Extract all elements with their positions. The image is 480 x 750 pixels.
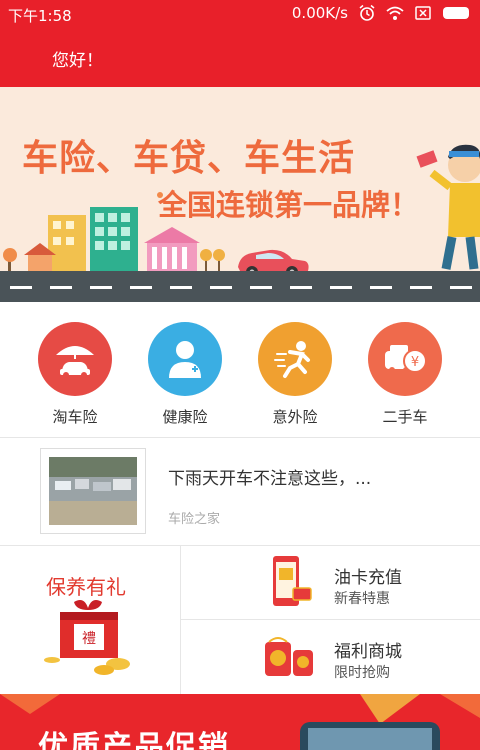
- sim-icon: [415, 6, 431, 20]
- category-grid: 淘车险 健康险 意外险 ¥ 二手车: [0, 302, 480, 438]
- road: [0, 271, 480, 302]
- category-label: 健康险: [162, 408, 208, 426]
- maintenance-gift-title: 保养有礼: [46, 575, 126, 599]
- status-bar: 下午1:58 0.00K/s: [0, 0, 480, 28]
- category-label: 二手车: [382, 408, 428, 426]
- gift-bags-icon: [265, 637, 313, 676]
- status-icons: 0.00K/s: [292, 4, 472, 22]
- fuel-card-title: 油卡充值: [334, 568, 402, 588]
- alarm-icon: [359, 4, 375, 21]
- category-used-car[interactable]: ¥ 二手车: [350, 322, 460, 427]
- status-time: 下午1:58: [8, 7, 72, 25]
- welfare-mall-subtitle: 限时抢购: [334, 665, 390, 681]
- wifi-icon: [386, 6, 404, 20]
- battery-icon: [443, 7, 469, 19]
- bottom-banner-text: 优质产品促销: [38, 730, 230, 750]
- welfare-mall-title: 福利商城: [334, 642, 402, 662]
- car-umbrella-icon: [38, 322, 112, 396]
- news-source: 车险之家: [168, 512, 221, 527]
- welfare-mall[interactable]: 福利商城 限时抢购: [181, 620, 480, 693]
- news-item[interactable]: 下雨天开车不注意这些，... 车险之家: [0, 438, 480, 546]
- svg-text:¥: ¥: [411, 355, 419, 370]
- promo-section: 保养有礼 禮 油卡充值 新春特惠 福利商城 限时抢购: [0, 546, 480, 694]
- svg-text:禮: 禮: [82, 631, 96, 647]
- maintenance-gift-card[interactable]: 保养有礼 禮: [0, 546, 181, 694]
- news-title: 下雨天开车不注意这些，...: [168, 469, 372, 489]
- category-label: 淘车险: [52, 408, 98, 426]
- category-label: 意外险: [272, 408, 318, 426]
- fuel-card-recharge[interactable]: 油卡充值 新春特惠: [181, 546, 480, 620]
- fuel-card-subtitle: 新春特惠: [334, 591, 390, 607]
- city-illustration: [3, 144, 480, 278]
- category-accident-insurance[interactable]: 意外险: [240, 322, 350, 427]
- car-yuan-icon: ¥: [368, 322, 442, 396]
- promo-banner[interactable]: 车险、车贷、车生活 全国连锁第一品牌！: [0, 87, 480, 302]
- news-thumbnail: [40, 448, 146, 534]
- product-promo-banner[interactable]: 优质产品促销: [0, 694, 480, 750]
- gift-box-icon: 禮: [44, 600, 130, 675]
- network-speed: 0.00K/s: [291, 4, 348, 22]
- person-health-icon: [148, 322, 222, 396]
- category-health-insurance[interactable]: 健康险: [130, 322, 240, 427]
- phone-card-icon: [273, 556, 312, 606]
- category-car-insurance[interactable]: 淘车险: [20, 322, 130, 427]
- greeting-text: 您好！: [52, 51, 103, 71]
- app-header: 您好！: [0, 28, 480, 87]
- running-man-icon: [258, 322, 332, 396]
